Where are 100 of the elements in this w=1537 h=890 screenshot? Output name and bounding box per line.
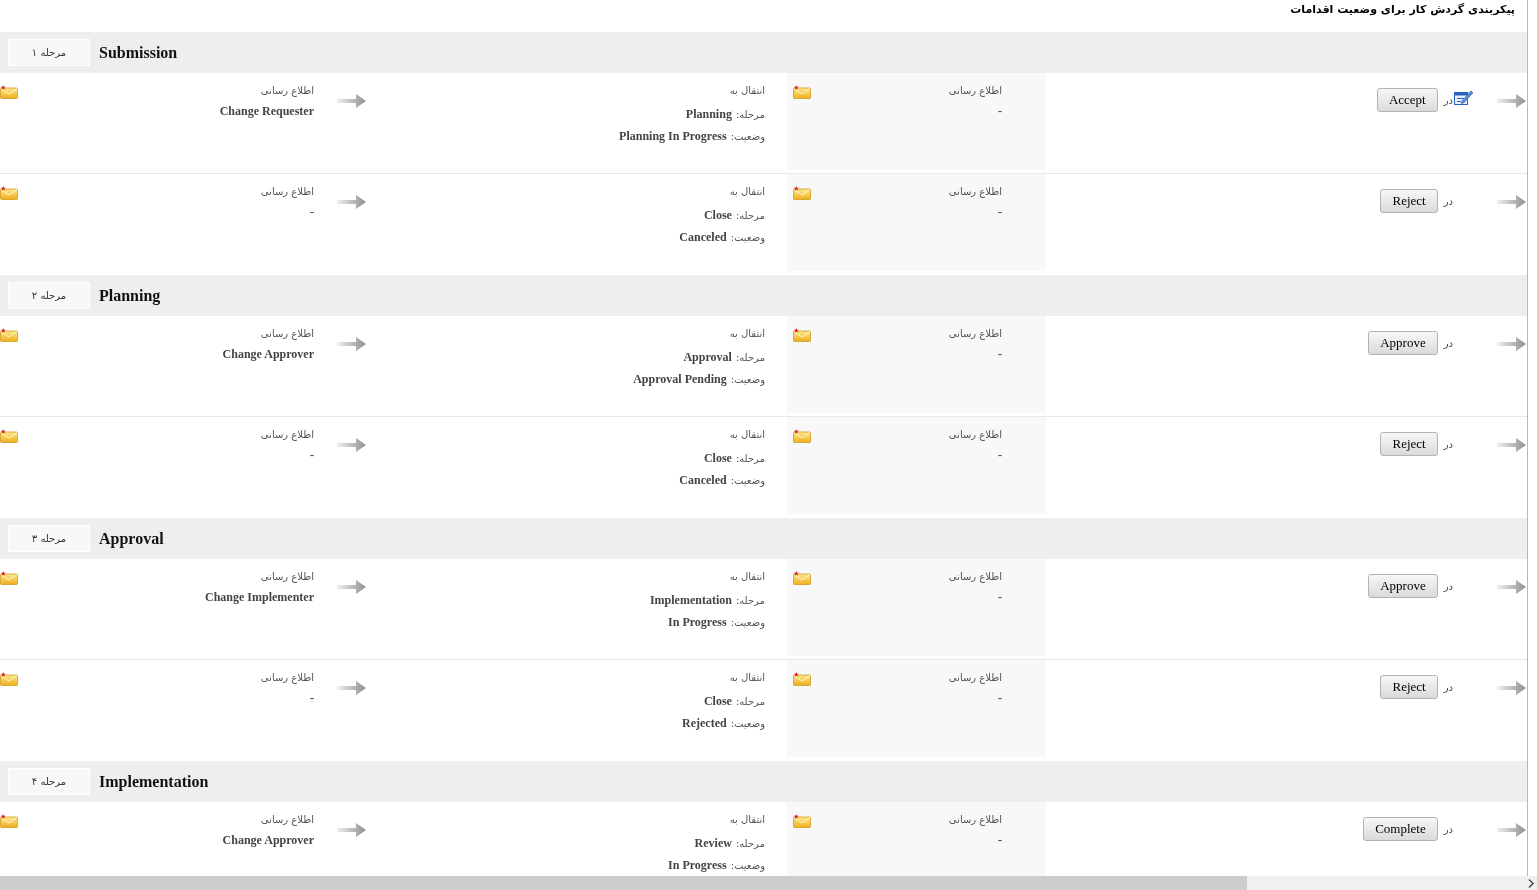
arrow-right-icon <box>1497 337 1526 351</box>
transition-heading: انتقال به <box>729 571 765 582</box>
notification-value: - <box>998 346 1002 363</box>
horizontal-scrollbar[interactable] <box>0 876 1537 890</box>
envelope-icon[interactable] <box>793 814 811 828</box>
notification-label: اطلاع رسانی <box>948 84 1002 99</box>
notification-value: - <box>998 204 1002 221</box>
scroll-right-icon[interactable] <box>1528 878 1534 888</box>
envelope-icon[interactable] <box>793 328 811 342</box>
stage-label: مرحله: <box>735 210 765 221</box>
action-button[interactable]: Reject <box>1380 189 1438 213</box>
envelope-icon[interactable] <box>0 85 18 99</box>
envelope-icon[interactable] <box>0 571 18 585</box>
status-value: Canceled <box>679 230 727 245</box>
stage-badge: مرحله ۴ <box>8 768 90 795</box>
stage-title: Planning <box>99 286 161 305</box>
envelope-icon[interactable] <box>0 672 18 686</box>
transition-heading: انتقال به <box>729 85 765 96</box>
scrollbar-thumb[interactable] <box>0 876 1247 890</box>
action-button[interactable]: Approve <box>1368 574 1438 598</box>
arrow-right-icon <box>1497 438 1526 452</box>
notification-value: - <box>310 690 314 707</box>
notification-value: Change Requester <box>219 103 314 120</box>
status-value: Approval Pending <box>633 372 727 387</box>
stage-label: مرحله: <box>735 453 765 464</box>
notification-value: Change Implementer <box>205 589 314 606</box>
in-label: در <box>1443 681 1453 693</box>
notification-label: اطلاع رسانی <box>948 570 1002 585</box>
notification-label: اطلاع رسانی <box>260 671 314 686</box>
envelope-icon[interactable] <box>793 672 811 686</box>
notification-value: - <box>998 832 1002 849</box>
stage-badge: مرحله ۱ <box>8 39 90 66</box>
action-button[interactable]: Accept <box>1376 88 1438 112</box>
in-label: در <box>1443 337 1453 349</box>
status-value: In Progress <box>668 858 727 873</box>
envelope-icon[interactable] <box>793 85 811 99</box>
action-button[interactable]: Approve <box>1368 331 1438 355</box>
in-label: در <box>1443 580 1453 592</box>
notification-value: - <box>310 204 314 221</box>
arrow-right-icon <box>337 823 366 837</box>
envelope-icon[interactable] <box>0 328 18 342</box>
notification-value: - <box>998 103 1002 120</box>
envelope-icon[interactable] <box>0 429 18 443</box>
envelope-icon[interactable] <box>793 186 811 200</box>
transition-heading: انتقال به <box>729 814 765 825</box>
envelope-icon[interactable] <box>793 571 811 585</box>
arrow-right-icon <box>1497 580 1526 594</box>
action-button[interactable]: Reject <box>1380 432 1438 456</box>
envelope-icon[interactable] <box>0 186 18 200</box>
notification-label: اطلاع رسانی <box>948 813 1002 828</box>
status-label: وضعیت: <box>730 131 765 142</box>
notification-label: اطلاع رسانی <box>260 185 314 200</box>
transition-heading: انتقال به <box>729 328 765 339</box>
transition-heading: انتقال به <box>729 672 765 683</box>
arrow-right-icon <box>337 580 366 594</box>
arrow-right-icon <box>337 195 366 209</box>
page-title: پیکربندی گردش کار برای وضعیت اقدامات <box>1290 3 1515 16</box>
status-label: وضعیت: <box>730 374 765 385</box>
notification-value: Change Approver <box>222 832 314 849</box>
status-label: وضعیت: <box>730 232 765 243</box>
status-label: وضعیت: <box>730 860 765 871</box>
stage-title: Submission <box>99 43 178 62</box>
in-label: در <box>1443 438 1453 450</box>
action-button[interactable]: Reject <box>1380 675 1438 699</box>
stage-value: Close <box>703 694 732 709</box>
stage-badge: مرحله ۳ <box>8 525 90 552</box>
status-value: Planning In Progress <box>619 129 727 144</box>
status-value: In Progress <box>668 615 727 630</box>
stage-value: Close <box>703 451 732 466</box>
arrow-right-icon <box>337 337 366 351</box>
envelope-icon[interactable] <box>0 814 18 828</box>
status-label: وضعیت: <box>730 718 765 729</box>
stage-label: مرحله: <box>735 352 765 363</box>
envelope-icon[interactable] <box>793 429 811 443</box>
arrow-right-icon <box>1497 94 1526 108</box>
notification-value: - <box>310 447 314 464</box>
notepad-pencil-icon[interactable] <box>1454 89 1473 105</box>
transition-heading: انتقال به <box>729 186 765 197</box>
stage-label: مرحله: <box>735 109 765 120</box>
arrow-right-icon <box>337 94 366 108</box>
stage-label: مرحله: <box>735 696 765 707</box>
in-label: در <box>1443 823 1453 835</box>
notification-label: اطلاع رسانی <box>948 185 1002 200</box>
notification-value: - <box>998 589 1002 606</box>
stage-badge: مرحله ۲ <box>8 282 90 309</box>
notification-label: اطلاع رسانی <box>948 671 1002 686</box>
status-label: وضعیت: <box>730 617 765 628</box>
status-label: وضعیت: <box>730 475 765 486</box>
status-value: Rejected <box>682 716 727 731</box>
notification-value: Change Approver <box>222 346 314 363</box>
notification-label: اطلاع رسانی <box>260 327 314 342</box>
arrow-right-icon <box>1497 681 1526 695</box>
notification-value: - <box>998 690 1002 707</box>
action-button[interactable]: Complete <box>1363 817 1438 841</box>
stage-value: Approval <box>683 350 732 365</box>
stage-value: Implementation <box>649 593 732 608</box>
arrow-right-icon <box>1497 823 1526 837</box>
transition-heading: انتقال به <box>729 429 765 440</box>
in-label: در <box>1443 195 1453 207</box>
stage-label: مرحله: <box>735 595 765 606</box>
